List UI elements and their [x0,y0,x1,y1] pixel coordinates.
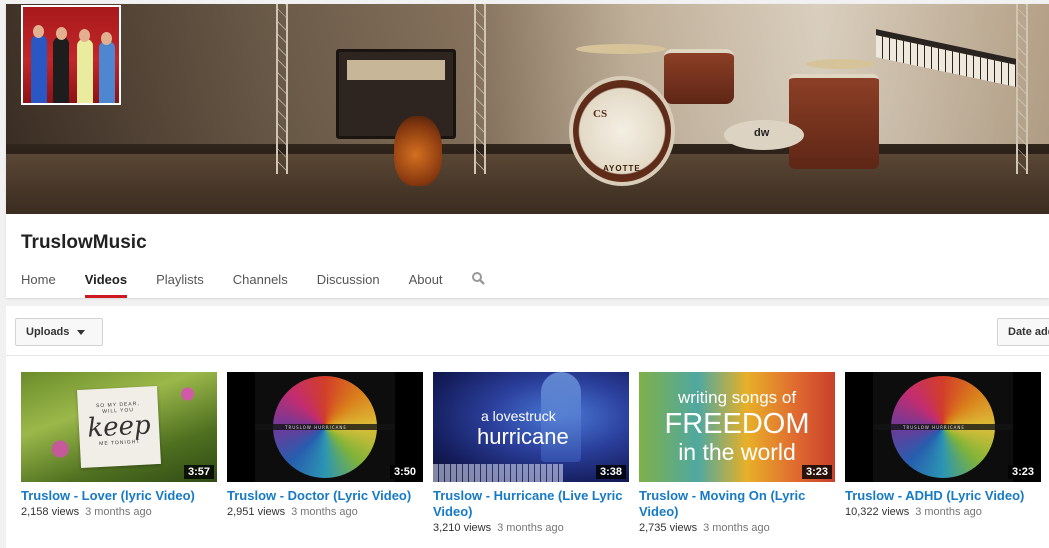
video-duration: 3:23 [1007,465,1038,479]
video-thumbnail[interactable]: a lovestruck hurricane 3:38 [433,372,629,482]
thumbnail-prism-art: TRUSLOW HURRICANE [255,372,395,482]
banner-amplifier [336,49,456,139]
avatar-head [56,27,67,40]
videos-toolbar: Uploads Date added [6,306,1049,356]
tab-channels[interactable]: Channels [233,260,288,298]
video-thumbnail[interactable]: TRUSLOW HURRICANE 3:23 [845,372,1041,482]
video-meta: 10,322 views 3 months ago [845,505,1041,520]
tab-about[interactable]: About [409,260,443,298]
video-item: TRUSLOW HURRICANE 3:23 Truslow - ADHD (L… [845,372,1041,520]
video-thumbnail[interactable]: TRUSLOW HURRICANE 3:50 [227,372,423,482]
video-age: 3 months ago [85,506,152,518]
thumbnail-text: writing songs of [677,388,797,407]
video-item: writing songs of FREEDOM in the world 3:… [639,372,835,536]
video-meta: 2,158 views 3 months ago [21,505,217,520]
banner-truss [1016,4,1028,174]
video-duration: 3:57 [183,465,214,479]
avatar-head [33,25,44,38]
video-age: 3 months ago [497,522,564,534]
video-views: 3,210 views [433,522,492,534]
channel-avatar[interactable] [21,5,121,105]
caret-down-icon [77,329,86,335]
avatar-person [99,41,115,103]
video-age: 3 months ago [915,506,982,518]
banner-bass-drum: CS AYOTTE [569,76,675,186]
banner-snare-drum: dw [724,120,804,150]
tab-playlists[interactable]: Playlists [156,260,204,298]
thumbnail-text: TRUSLOW HURRICANE [285,425,347,430]
thumbnail-text: keep [86,410,152,444]
channel-banner: CS AYOTTE dw [6,4,1049,214]
sort-dropdown-button[interactable]: Date added [997,318,1049,346]
uploads-dropdown-button[interactable]: Uploads [15,318,103,346]
thumbnail-text: hurricane [477,424,569,449]
video-title-link[interactable]: Truslow - Hurricane (Live Lyric Video) [433,488,629,520]
avatar-person [53,37,69,103]
videos-section: Uploads Date added SO MY DEAR, WILL YOU … [6,306,1049,548]
video-title-link[interactable]: Truslow - ADHD (Lyric Video) [845,488,1041,504]
video-thumbnail[interactable]: SO MY DEAR, WILL YOU keep ME TONIGHT 3:5… [21,372,217,482]
video-duration: 3:38 [595,465,626,479]
banner-floor-tom [789,74,879,169]
channel-tabs: Home Videos Playlists Channels Discussio… [21,260,486,298]
tab-home[interactable]: Home [21,260,56,298]
tab-videos[interactable]: Videos [84,260,128,298]
avatar-head [79,29,90,42]
thumbnail-text: FREEDOM [664,408,810,440]
video-duration: 3:50 [389,465,420,479]
video-item: TRUSLOW HURRICANE 3:50 Truslow - Doctor … [227,372,423,520]
thumbnail-note-card: SO MY DEAR, WILL YOU keep ME TONIGHT [77,385,161,469]
channel-header: CS AYOTTE dw TruslowMusic Home Videos Pl… [6,4,1049,298]
video-age: 3 months ago [291,506,358,518]
tab-discussion[interactable]: Discussion [317,260,380,298]
video-age: 3 months ago [703,522,770,534]
banner-stage-floor [6,154,1049,214]
banner-guitar [394,116,442,186]
thumbnail-text: a lovestruck [481,408,556,424]
thumbnail-keyboard [433,464,563,482]
banner-tom-drum [664,49,734,104]
avatar-head [101,32,112,45]
video-title-link[interactable]: Truslow - Lover (lyric Video) [21,488,217,504]
channel-name[interactable]: TruslowMusic [21,232,147,254]
drum-brand-text: AYOTTE [603,164,641,173]
video-views: 2,735 views [639,522,698,534]
banner-stage-wall [6,4,1049,144]
thumbnail-prism-art: TRUSLOW HURRICANE [873,372,1013,482]
video-meta: 2,951 views 3 months ago [227,505,423,520]
banner-truss [474,4,486,174]
banner-truss [276,4,288,174]
video-item: SO MY DEAR, WILL YOU keep ME TONIGHT 3:5… [21,372,217,520]
video-views: 10,322 views [845,506,910,518]
search-icon[interactable] [471,260,486,298]
banner-cymbal [806,59,876,69]
video-views: 2,158 views [21,506,80,518]
video-meta: 2,735 views 3 months ago [639,521,835,536]
video-item: a lovestruck hurricane 3:38 Truslow - Hu… [433,372,629,536]
thumbnail-text: TRUSLOW HURRICANE [903,425,965,430]
video-thumbnail[interactable]: writing songs of FREEDOM in the world 3:… [639,372,835,482]
video-views: 2,951 views [227,506,286,518]
banner-cymbal [576,44,666,54]
video-meta: 3,210 views 3 months ago [433,521,629,536]
video-title-link[interactable]: Truslow - Moving On (Lyric Video) [639,488,835,520]
snare-brand-text: dw [754,127,770,139]
uploads-label: Uploads [26,326,70,338]
video-title-link[interactable]: Truslow - Doctor (Lyric Video) [227,488,423,504]
avatar-person [31,35,47,103]
video-duration: 3:23 [801,465,832,479]
drum-logo: CS [593,108,608,120]
thumbnail-text: in the world [678,439,796,465]
avatar-person [77,39,93,103]
